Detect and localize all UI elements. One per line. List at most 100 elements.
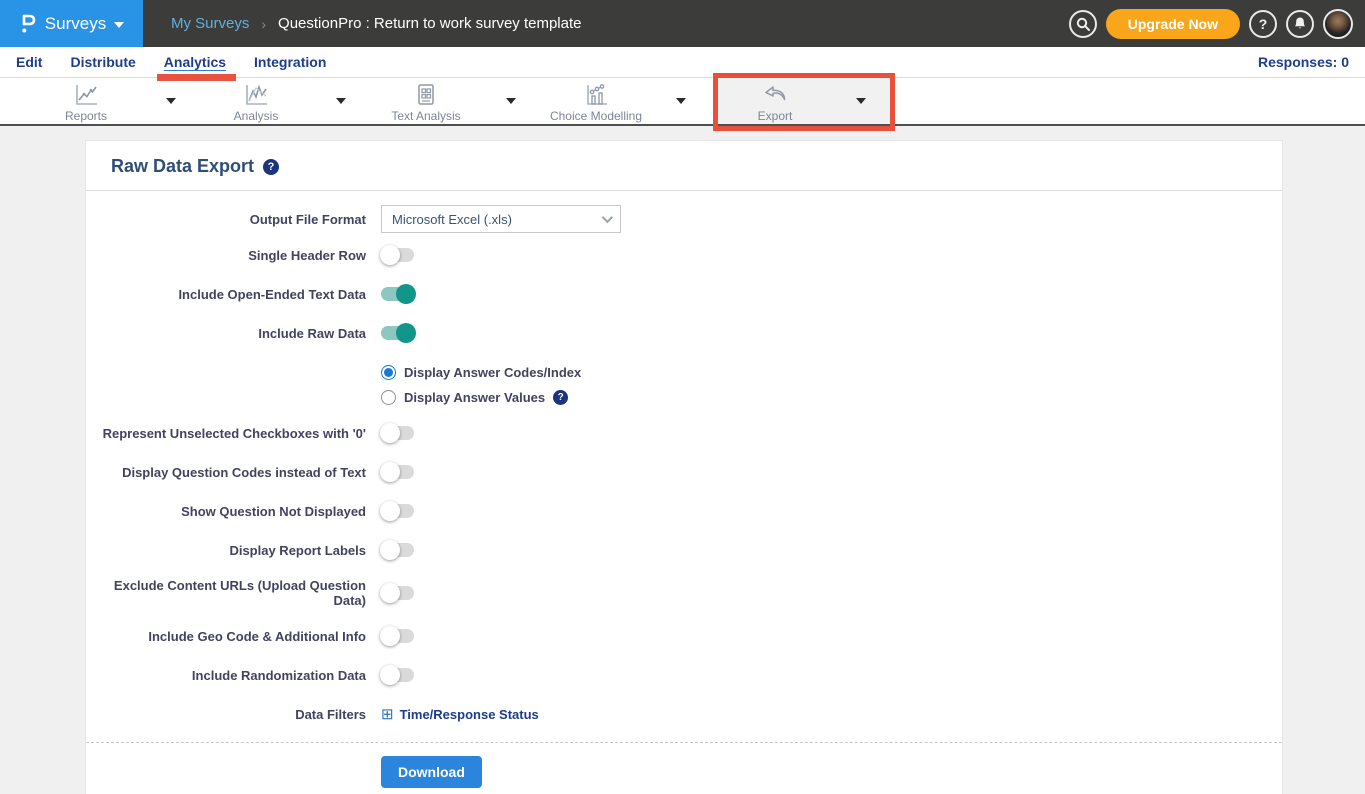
breadcrumb-separator: ›: [261, 16, 266, 32]
tab-distribute[interactable]: Distribute: [69, 52, 136, 72]
single-header-row-label: Single Header Row: [86, 248, 366, 263]
toolbar-choice-modelling-button[interactable]: Choice Modelling: [540, 78, 652, 124]
exclude-content-urls-label: Exclude Content URLs (Upload Question Da…: [86, 578, 366, 608]
upgrade-now-button[interactable]: Upgrade Now: [1106, 9, 1240, 39]
chevron-down-icon: [676, 98, 686, 104]
report-labels-row: Display Report Labels: [86, 539, 1282, 561]
include-open-ended-row: Include Open-Ended Text Data: [86, 283, 1282, 305]
geo-code-toggle[interactable]: [381, 629, 414, 643]
toggle-knob: [380, 245, 400, 265]
toolbar-analysis-dropdown[interactable]: [312, 78, 370, 124]
toolbar-analysis-button[interactable]: Analysis: [200, 78, 312, 124]
question-not-displayed-row: Show Question Not Displayed: [86, 500, 1282, 522]
data-filters-label: Data Filters: [86, 707, 366, 722]
survey-section-nav: Edit Distribute Analytics Integration Re…: [0, 47, 1365, 78]
include-open-ended-label: Include Open-Ended Text Data: [86, 287, 366, 302]
page-title: Raw Data Export: [111, 156, 254, 177]
product-name: Surveys: [45, 14, 106, 34]
chevron-down-icon: [336, 98, 346, 104]
raw-data-export-help-icon[interactable]: [263, 159, 279, 175]
toolbar-export-button[interactable]: Export: [718, 78, 832, 124]
breadcrumb-current-survey: QuestionPro : Return to work survey temp…: [278, 15, 581, 32]
geo-code-label: Include Geo Code & Additional Info: [86, 629, 366, 644]
toolbar-choice-modelling-dropdown[interactable]: [652, 78, 710, 124]
report-labels-toggle[interactable]: [381, 543, 414, 557]
question-not-displayed-toggle[interactable]: [381, 504, 414, 518]
toggle-knob: [380, 583, 400, 603]
toolbar-group-analysis: Analysis: [200, 78, 370, 124]
output-file-format-select[interactable]: Microsoft Excel (.xls): [381, 205, 621, 233]
exclude-content-urls-toggle[interactable]: [381, 586, 414, 600]
header-actions: Upgrade Now ?: [1069, 0, 1353, 47]
help-button[interactable]: ?: [1249, 10, 1277, 38]
trend-chart-icon: [242, 83, 270, 107]
question-codes-row: Display Question Codes instead of Text: [86, 461, 1282, 483]
toolbar-reports-label: Reports: [65, 109, 107, 123]
tab-analytics[interactable]: Analytics: [163, 52, 227, 72]
radio-button[interactable]: [381, 365, 396, 380]
radio-display-answer-codes[interactable]: Display Answer Codes/Index: [381, 365, 1282, 380]
toolbar-group-reports: Reports: [30, 78, 200, 124]
randomization-data-row: Include Randomization Data: [86, 664, 1282, 686]
data-filters-row: Data Filters ⊞ Time/Response Status: [86, 703, 1282, 725]
toggle-knob: [396, 323, 416, 343]
toolbar-export-label: Export: [758, 109, 793, 123]
download-button[interactable]: Download: [381, 756, 482, 788]
analytics-toolbar: Reports Analysis: [0, 78, 1365, 126]
single-header-row-toggle[interactable]: [381, 248, 414, 262]
toolbar-group-choice-modelling: Choice Modelling: [540, 78, 710, 124]
toggle-knob: [380, 423, 400, 443]
notifications-button[interactable]: [1286, 10, 1314, 38]
toggle-knob: [380, 665, 400, 685]
main-content: Raw Data Export Output File Format Micro…: [0, 126, 1365, 794]
unselected-checkboxes-label: Represent Unselected Checkboxes with '0': [86, 426, 366, 441]
radio-display-answer-values[interactable]: Display Answer Values: [381, 390, 1282, 405]
chevron-down-icon: [166, 98, 176, 104]
toggle-knob: [380, 462, 400, 482]
toggle-knob: [380, 626, 400, 646]
chevron-down-icon: [114, 22, 124, 28]
tab-integration[interactable]: Integration: [253, 52, 327, 72]
include-raw-data-toggle[interactable]: [381, 326, 414, 340]
question-not-displayed-label: Show Question Not Displayed: [86, 504, 366, 519]
page: Surveys My Surveys › QuestionPro : Retur…: [0, 0, 1365, 794]
chevron-down-icon: [856, 98, 866, 104]
panel-footer: Download: [86, 742, 1282, 794]
exclude-content-urls-row: Exclude Content URLs (Upload Question Da…: [86, 578, 1282, 608]
user-avatar[interactable]: [1323, 9, 1353, 39]
raw-data-export-panel: Raw Data Export Output File Format Micro…: [85, 140, 1283, 794]
include-raw-data-label: Include Raw Data: [86, 326, 366, 341]
tab-edit[interactable]: Edit: [15, 52, 43, 72]
toolbar-text-analysis-button[interactable]: Text Analysis: [370, 78, 482, 124]
toolbar-export-dropdown[interactable]: [832, 78, 890, 124]
geo-code-row: Include Geo Code & Additional Info: [86, 625, 1282, 647]
randomization-data-toggle[interactable]: [381, 668, 414, 682]
red-annotation-underline: [157, 74, 236, 81]
product-switcher[interactable]: Surveys: [0, 0, 143, 47]
responses-count: Responses: 0: [1258, 54, 1349, 70]
search-button[interactable]: [1069, 10, 1097, 38]
toolbar-choice-modelling-label: Choice Modelling: [550, 109, 642, 123]
toggle-knob: [380, 501, 400, 521]
include-open-ended-toggle[interactable]: [381, 287, 414, 301]
radio-label-codes-index: Display Answer Codes/Index: [404, 365, 581, 380]
toolbar-analysis-label: Analysis: [234, 109, 279, 123]
toolbar-group-text-analysis: Text Analysis: [370, 78, 540, 124]
answer-values-help-icon[interactable]: [553, 390, 568, 405]
single-header-row-row: Single Header Row: [86, 244, 1282, 266]
chevron-down-icon: [602, 212, 613, 223]
toolbar-text-analysis-dropdown[interactable]: [482, 78, 540, 124]
time-response-status-link[interactable]: ⊞ Time/Response Status: [381, 707, 539, 722]
toolbar-reports-dropdown[interactable]: [142, 78, 200, 124]
toolbar-reports-button[interactable]: Reports: [30, 78, 142, 124]
time-response-status-label: Time/Response Status: [400, 707, 539, 722]
radio-button[interactable]: [381, 390, 396, 405]
breadcrumb-my-surveys[interactable]: My Surveys: [171, 15, 249, 32]
breadcrumb: My Surveys › QuestionPro : Return to wor…: [143, 0, 582, 47]
answer-display-radio-group: Display Answer Codes/Index Display Answe…: [381, 365, 1282, 405]
question-codes-toggle[interactable]: [381, 465, 414, 479]
unselected-checkboxes-row: Represent Unselected Checkboxes with '0': [86, 422, 1282, 444]
unselected-checkboxes-toggle[interactable]: [381, 426, 414, 440]
toolbar-text-analysis-label: Text Analysis: [391, 109, 460, 123]
toggle-knob: [380, 540, 400, 560]
